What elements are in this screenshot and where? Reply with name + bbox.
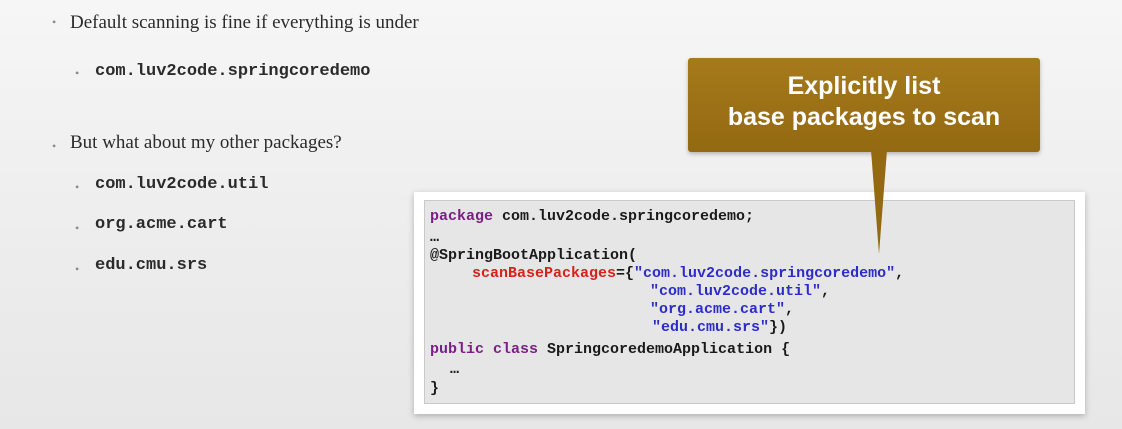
code-line-util: "com.luv2code.util", <box>650 284 830 299</box>
callout-box: Explicitly list base packages to scan <box>688 58 1040 152</box>
code-line-ellipsis: … <box>430 229 440 246</box>
code-line-scan-base-packages: scanBasePackages={"com.luv2code.springco… <box>472 266 904 281</box>
string-literal: "com.luv2code.util" <box>650 283 822 300</box>
code-text: , <box>785 301 795 318</box>
code-text: }) <box>769 319 788 336</box>
attribute-scan-base-packages: scanBasePackages <box>472 265 617 282</box>
keyword-package: package <box>430 208 494 225</box>
code-text: com.luv2code.springcoredemo; <box>493 208 755 225</box>
string-literal: "com.luv2code.springcoredemo" <box>634 265 896 282</box>
callout-pointer <box>871 150 887 254</box>
code-line-closing-brace: } <box>430 380 440 397</box>
string-literal: "org.acme.cart" <box>650 301 786 318</box>
callout-line-1: Explicitly list <box>787 72 941 100</box>
code-text: ={ <box>616 265 635 282</box>
bullet-dot: • <box>52 139 57 153</box>
string-literal: "edu.cmu.srs" <box>652 319 770 336</box>
code-panel: package com.luv2code.springcoredemo; … @… <box>414 192 1085 414</box>
code-line-class-decl: public class SpringcoredemoApplication { <box>430 342 790 357</box>
package-util: com.luv2code.util <box>95 175 269 194</box>
bullet-dot: • <box>75 221 80 235</box>
package-springcoredemo: com.luv2code.springcoredemo <box>95 62 371 81</box>
bullet-dot: • <box>75 262 80 276</box>
code-text: SpringcoredemoApplication { <box>538 341 791 358</box>
code-line-annotation: @SpringBootApplication( <box>430 247 638 264</box>
code-line-package: package com.luv2code.springcoredemo; <box>430 209 754 224</box>
code-line-acme: "org.acme.cart", <box>650 302 794 317</box>
bullet-default-scanning: Default scanning is fine if everything i… <box>70 12 419 33</box>
bullet-dot: • <box>75 66 80 80</box>
code-text: , <box>821 283 831 300</box>
code-line-ellipsis-body: … <box>450 361 460 378</box>
keyword-public-class: public class <box>430 341 539 358</box>
package-cmu-srs: edu.cmu.srs <box>95 256 208 275</box>
bullet-other-packages: But what about my other packages? <box>70 132 342 153</box>
code-text: , <box>895 265 905 282</box>
callout-line-2: base packages to scan <box>727 103 1001 131</box>
bullet-dot: • <box>52 15 57 29</box>
bullet-dot: • <box>75 180 80 194</box>
code-line-cmu: "edu.cmu.srs"}) <box>652 320 787 335</box>
package-acme-cart: org.acme.cart <box>95 215 228 234</box>
